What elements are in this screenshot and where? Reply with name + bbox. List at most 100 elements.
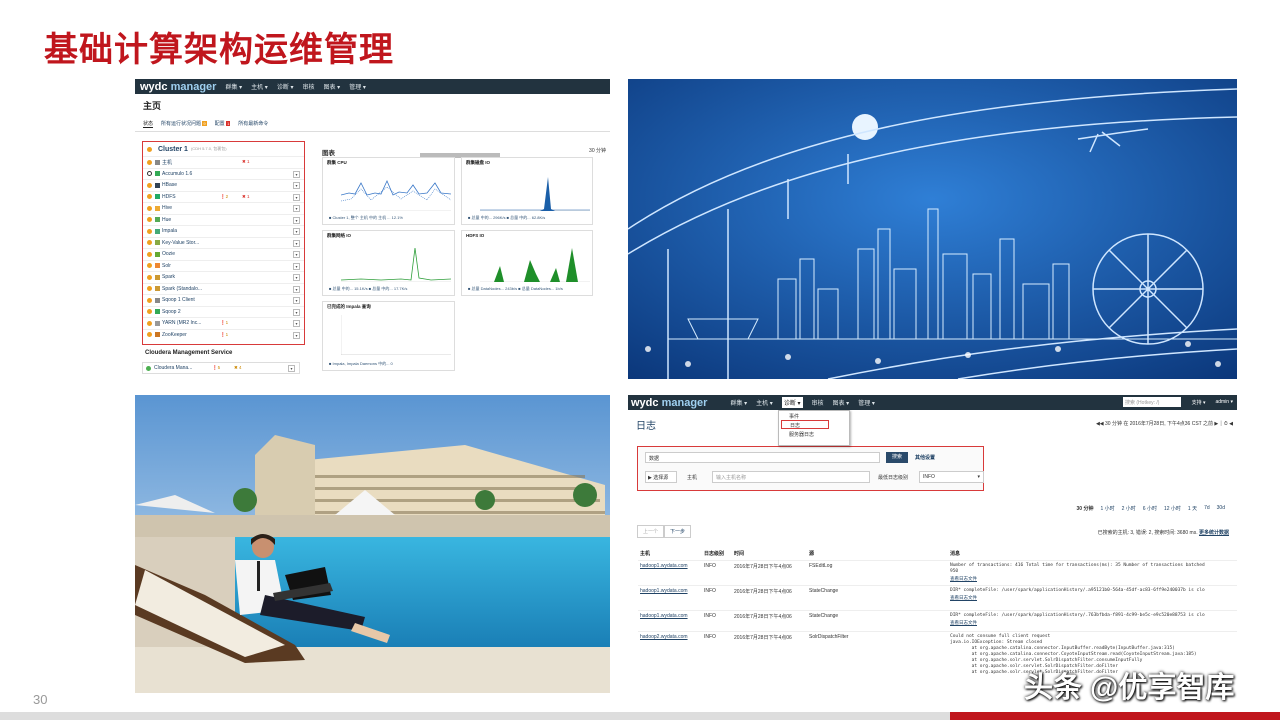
host-input[interactable]: 输入主机名称 bbox=[712, 471, 870, 483]
logo[interactable]: wydc manager bbox=[631, 397, 707, 409]
time-navigator[interactable]: ◀◀ 30 分钟 在 2016年7月28日, 下午4点36 CST 之前 ▶ ⏐… bbox=[1096, 420, 1233, 427]
service-name[interactable]: Sqoop 1 Client bbox=[162, 297, 220, 303]
tab-status[interactable]: 状态 bbox=[143, 120, 154, 128]
service-row[interactable]: Impala ▾ bbox=[143, 225, 304, 237]
service-row[interactable]: Hue ▾ bbox=[143, 213, 304, 226]
chevron-down-icon[interactable]: ▾ bbox=[293, 170, 300, 178]
range-2h[interactable]: 2 小时 bbox=[1122, 505, 1136, 512]
nav-diagnostics[interactable]: 诊断 ▾ bbox=[781, 397, 803, 408]
more-stats-link[interactable]: 更多统计数据 bbox=[1199, 530, 1229, 536]
nav-hosts[interactable]: 主机 ▾ bbox=[251, 82, 268, 91]
chevron-down-icon[interactable]: ▾ bbox=[293, 320, 300, 327]
mgmt-service-name[interactable]: Cloudera Mana... bbox=[154, 365, 212, 371]
service-row[interactable]: Sqoop 2 ▾ bbox=[143, 305, 304, 318]
chart-disk-io[interactable]: 群集磁盘 IO ■ 总量 中的... 296K/s ■ 总量 中的... 62.… bbox=[461, 157, 593, 225]
chart-impala-queries[interactable]: 已完成的 Impala 查询 ■ Impala, Impala Daemons … bbox=[322, 301, 455, 371]
search-button[interactable]: 搜索 bbox=[886, 452, 908, 463]
view-log-file-link[interactable]: 查看日志文件 bbox=[950, 576, 977, 582]
service-row[interactable]: YARN (MR2 Inc... ❗1 ▾ bbox=[143, 317, 304, 329]
service-row[interactable]: Key-Value Stor... ▾ bbox=[143, 236, 304, 249]
nav-diagnostics[interactable]: 诊断 ▾ bbox=[277, 82, 294, 91]
range-6h[interactable]: 6 小时 bbox=[1143, 505, 1157, 512]
warning-badge[interactable]: ❗2 bbox=[220, 194, 242, 200]
col-host[interactable]: 主机 bbox=[640, 550, 650, 557]
nav-admin[interactable]: 管理 ▾ bbox=[858, 398, 875, 407]
col-level[interactable]: 日志级别 bbox=[704, 550, 724, 557]
service-name[interactable]: Hive bbox=[162, 205, 220, 211]
range-12h[interactable]: 12 小时 bbox=[1164, 505, 1181, 512]
service-name[interactable]: Solr bbox=[162, 263, 220, 269]
service-name[interactable]: Sqoop 2 bbox=[162, 309, 220, 315]
admin-menu[interactable]: admin ▾ bbox=[1215, 399, 1233, 406]
error-badge[interactable]: ✖ 1 bbox=[242, 194, 284, 200]
chevron-down-icon[interactable]: ▾ bbox=[293, 239, 300, 247]
service-row[interactable]: Spark (Standalo... ▾ bbox=[143, 282, 304, 295]
service-name[interactable]: HBase bbox=[162, 182, 220, 188]
nav-clusters[interactable]: 群集 ▾ bbox=[225, 82, 242, 91]
support-menu[interactable]: 支持 ▾ bbox=[1192, 399, 1206, 406]
service-name[interactable]: YARN (MR2 Inc... bbox=[162, 320, 220, 326]
tab-configuration[interactable]: 配置 1 bbox=[215, 120, 231, 127]
service-row[interactable]: Sqoop 1 Client ▾ bbox=[143, 294, 304, 306]
view-log-file-link[interactable]: 查看日志文件 bbox=[950, 620, 977, 626]
service-row[interactable]: HDFS ❗2 ✖ 1 ▾ bbox=[143, 190, 304, 203]
chevron-down-icon[interactable]: ▾ bbox=[293, 205, 300, 212]
view-log-file-link[interactable]: 查看日志文件 bbox=[950, 595, 977, 601]
min-level-select[interactable]: INFO ▾ bbox=[919, 471, 984, 483]
range-30d[interactable]: 30d bbox=[1217, 505, 1225, 512]
service-name[interactable]: Hue bbox=[162, 217, 220, 223]
log-host-link[interactable]: hadoop2.wydata.com bbox=[640, 634, 688, 640]
service-row[interactable]: Solr ▾ bbox=[143, 259, 304, 272]
chevron-down-icon[interactable]: ▾ bbox=[288, 365, 295, 372]
chevron-down-icon[interactable]: ▾ bbox=[293, 262, 300, 270]
chart-hdfs-io[interactable]: HDFS IO ■ 总量 DataNodes... 243b/s ■ 总量 Da… bbox=[461, 230, 593, 296]
warning-badge[interactable]: ❗1 bbox=[220, 332, 242, 338]
service-row[interactable]: ZooKeeper ❗1 ▾ bbox=[143, 328, 304, 341]
chevron-down-icon[interactable]: ▾ bbox=[293, 285, 300, 293]
chevron-down-icon[interactable]: ▾ bbox=[293, 216, 300, 224]
service-row[interactable]: Oozie ▾ bbox=[143, 248, 304, 260]
nav-audits[interactable]: 审核 bbox=[812, 398, 824, 407]
range-1d[interactable]: 1 天 bbox=[1188, 505, 1197, 512]
menu-item-logs[interactable]: 日志 bbox=[781, 420, 829, 429]
other-settings-link[interactable]: 其他设置 bbox=[915, 454, 935, 461]
service-row[interactable]: Hive ▾ bbox=[143, 202, 304, 214]
cluster-name[interactable]: Cluster 1 bbox=[158, 146, 188, 153]
service-name[interactable]: Impala bbox=[162, 228, 220, 234]
menu-item-events[interactable]: 事件 bbox=[779, 411, 849, 420]
col-message[interactable]: 消息 bbox=[950, 550, 960, 557]
service-row[interactable]: Spark ▾ bbox=[143, 271, 304, 283]
nav-audits[interactable]: 审核 bbox=[303, 82, 315, 91]
chevron-down-icon[interactable]: ▾ bbox=[293, 193, 300, 201]
service-name[interactable]: Key-Value Stor... bbox=[162, 240, 220, 246]
mgmt-warning-badge[interactable]: ❗5 bbox=[212, 365, 234, 371]
nav-admin[interactable]: 管理 ▾ bbox=[349, 82, 366, 91]
chevron-down-icon[interactable]: ▾ bbox=[293, 297, 300, 304]
log-host-link[interactable]: hadoop1.wydata.com bbox=[640, 563, 688, 569]
col-time[interactable]: 时间 bbox=[734, 550, 744, 557]
log-host-link[interactable]: hadoop1.wydata.com bbox=[640, 588, 688, 594]
service-row[interactable]: 主机 ✖ 1 bbox=[143, 156, 304, 168]
chart-cluster-cpu[interactable]: 群集 CPU ■ Cluster 1, 整个 主机 中的 主机 ... 12.1… bbox=[322, 157, 455, 225]
range-7d[interactable]: 7d bbox=[1204, 505, 1210, 512]
range-30m[interactable]: 30 分钟 bbox=[1077, 505, 1094, 512]
search-input[interactable]: 搜索 (Hotkey: /) bbox=[1123, 397, 1181, 407]
service-name[interactable]: 主机 bbox=[162, 159, 220, 166]
select-sources-toggle[interactable]: ▶ 选择源 bbox=[645, 471, 677, 483]
nav-charts[interactable]: 图表 ▾ bbox=[833, 398, 850, 407]
nav-hosts[interactable]: 主机 ▾ bbox=[756, 398, 773, 407]
service-row[interactable]: HBase ▾ bbox=[143, 179, 304, 191]
range-1h[interactable]: 1 小时 bbox=[1100, 505, 1114, 512]
chevron-down-icon[interactable]: ▾ bbox=[293, 251, 300, 258]
chevron-down-icon[interactable]: ▾ bbox=[293, 274, 300, 281]
menu-item-server-logs[interactable]: 服务器日志 bbox=[779, 429, 849, 438]
mgmt-service-row[interactable]: Cloudera Mana... ❗5 ✖ 4 ▾ bbox=[142, 362, 300, 374]
chevron-down-icon[interactable]: ▾ bbox=[293, 228, 300, 235]
chevron-down-icon[interactable]: ▾ bbox=[293, 182, 300, 189]
mgmt-error-badge[interactable]: ✖ 4 bbox=[234, 365, 264, 371]
service-name[interactable]: Accumulo 1.6 bbox=[162, 171, 220, 177]
warning-badge[interactable]: ❗1 bbox=[220, 320, 242, 326]
chevron-down-icon[interactable]: ▾ bbox=[293, 308, 300, 316]
nav-charts[interactable]: 图表 ▾ bbox=[324, 82, 341, 91]
prev-button[interactable]: 上一个 bbox=[637, 525, 665, 538]
